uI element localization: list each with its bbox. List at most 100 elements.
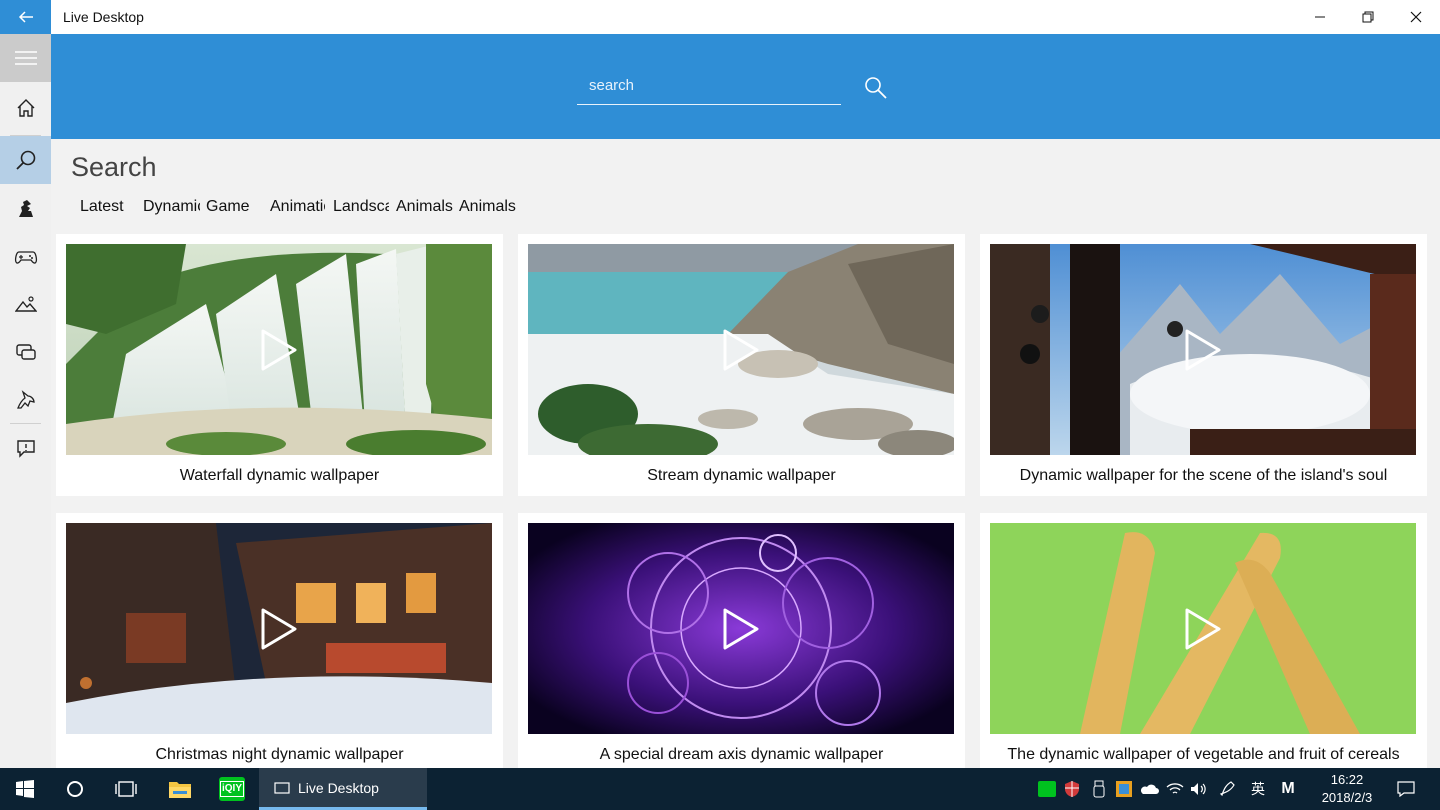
card-caption: The dynamic wallpaper of vegetable and f…	[1007, 746, 1400, 763]
taskbar-app-label: Live Desktop	[298, 779, 379, 796]
landscape-icon	[14, 296, 37, 312]
volume-icon	[1191, 783, 1206, 795]
gamepad-icon	[14, 251, 37, 264]
tab-animals-2[interactable]: Animals	[459, 198, 516, 216]
wallpaper-thumbnail[interactable]	[66, 244, 492, 455]
start-button[interactable]	[0, 768, 50, 810]
page-title: Search	[71, 152, 157, 182]
nav-search[interactable]	[0, 136, 51, 184]
tray-security[interactable]	[1061, 768, 1083, 810]
wallpaper-thumbnail[interactable]	[990, 523, 1416, 734]
app-window-icon	[274, 781, 290, 794]
tray-iqiyi-icon	[1038, 781, 1056, 797]
wallpaper-card[interactable]: Dynamic wallpaper for the scene of the i…	[980, 234, 1427, 496]
task-view-icon	[115, 781, 137, 797]
search-icon	[865, 77, 887, 99]
nav-landscape[interactable]	[0, 280, 51, 328]
animation-icon	[15, 344, 36, 360]
hamburger-button[interactable]	[0, 34, 51, 82]
card-caption: Stream dynamic wallpaper	[647, 467, 836, 484]
wallpaper-card[interactable]: Waterfall dynamic wallpaper	[56, 234, 503, 496]
play-icon	[261, 329, 297, 370]
pen-icon	[1219, 781, 1235, 797]
nav-game[interactable]	[0, 232, 51, 280]
tray-iqiyi[interactable]	[1036, 768, 1058, 810]
app-title: Live Desktop	[63, 9, 144, 25]
tray-onedrive[interactable]	[1138, 768, 1160, 810]
tab-animals[interactable]: Animals	[396, 198, 453, 216]
tray-m[interactable]: M	[1276, 768, 1300, 810]
clock-time: 16:22	[1330, 772, 1364, 787]
search-header	[51, 34, 1440, 139]
play-icon	[723, 329, 759, 370]
wifi-icon	[1166, 783, 1184, 794]
tray-usb[interactable]	[1088, 768, 1110, 810]
back-arrow-icon	[18, 11, 33, 23]
iqiyi-label: iQIY	[219, 781, 244, 797]
nav-character[interactable]	[0, 184, 51, 232]
tab-dynamic[interactable]: Dynamic	[143, 198, 200, 216]
cortana-icon	[67, 781, 83, 797]
action-center-button[interactable]	[1392, 768, 1420, 810]
tab-animation[interactable]: Animation	[270, 198, 325, 216]
tab-game[interactable]: Game	[206, 198, 250, 216]
tray-app[interactable]	[1113, 768, 1135, 810]
iqiyi-icon: iQIY	[219, 777, 245, 801]
wallpaper-thumbnail[interactable]	[528, 244, 954, 455]
tab-latest[interactable]: Latest	[80, 198, 124, 216]
wallpaper-thumbnail[interactable]	[528, 523, 954, 734]
close-button[interactable]	[1392, 0, 1440, 34]
nav-home[interactable]	[0, 84, 51, 132]
usb-drive-icon	[1093, 780, 1105, 798]
minimize-icon	[1315, 16, 1325, 18]
restore-button[interactable]	[1344, 0, 1392, 34]
tab-landscape[interactable]: Landscape	[333, 198, 389, 216]
ime-label: 英	[1251, 782, 1265, 798]
restore-icon	[1362, 11, 1374, 23]
taskbar-app-live-desktop[interactable]: Live Desktop	[259, 768, 427, 810]
tray-wifi[interactable]	[1164, 768, 1186, 810]
wallpaper-card[interactable]: Stream dynamic wallpaper	[518, 234, 965, 496]
taskbar: iQIY Live Desktop 英 M 16:22 2018/2/3	[0, 768, 1440, 810]
minimize-button[interactable]	[1296, 0, 1344, 34]
left-nav	[0, 34, 51, 768]
tray-volume[interactable]	[1188, 768, 1210, 810]
windows-logo-icon	[16, 780, 34, 798]
wallpaper-card[interactable]: The dynamic wallpaper of vegetable and f…	[980, 513, 1427, 768]
wallpaper-thumbnail[interactable]	[990, 244, 1416, 455]
play-icon	[1185, 608, 1221, 649]
character-icon	[18, 200, 33, 217]
search-button[interactable]	[862, 74, 890, 102]
clock-date: 2018/2/3	[1321, 790, 1373, 805]
feedback-icon	[16, 440, 35, 458]
card-caption: Waterfall dynamic wallpaper	[179, 467, 380, 484]
clock[interactable]: 16:22 2018/2/3	[1306, 771, 1388, 807]
nav-animation[interactable]	[0, 328, 51, 376]
animal-icon	[16, 390, 35, 409]
tray-ime[interactable]: 英	[1246, 768, 1270, 810]
play-icon	[723, 608, 759, 649]
back-button[interactable]	[0, 0, 51, 34]
cortana-button[interactable]	[50, 768, 100, 810]
wallpaper-card[interactable]: A special dream axis dynamic wallpaper	[518, 513, 965, 768]
card-caption: Christmas night dynamic wallpaper	[155, 746, 404, 763]
iqiyi-button[interactable]: iQIY	[206, 768, 258, 810]
title-bar: Live Desktop	[0, 0, 1440, 34]
wallpaper-thumbnail[interactable]	[66, 523, 492, 734]
app-tray-icon	[1116, 781, 1132, 797]
nav-animals[interactable]	[0, 376, 51, 424]
search-input[interactable]	[577, 67, 841, 105]
m-label: M	[1281, 780, 1295, 797]
play-icon	[1185, 329, 1221, 370]
cloud-icon	[1140, 784, 1159, 794]
hamburger-icon	[14, 51, 37, 65]
wallpaper-card[interactable]: Christmas night dynamic wallpaper	[56, 513, 503, 768]
folder-icon	[169, 782, 191, 798]
shield-icon	[1065, 781, 1079, 797]
task-view-button[interactable]	[100, 768, 152, 810]
tray-pen[interactable]	[1216, 768, 1240, 810]
nav-feedback[interactable]	[0, 424, 51, 472]
card-caption: Dynamic wallpaper for the scene of the i…	[1019, 467, 1388, 484]
file-explorer-button[interactable]	[154, 768, 206, 810]
play-icon	[261, 608, 297, 649]
